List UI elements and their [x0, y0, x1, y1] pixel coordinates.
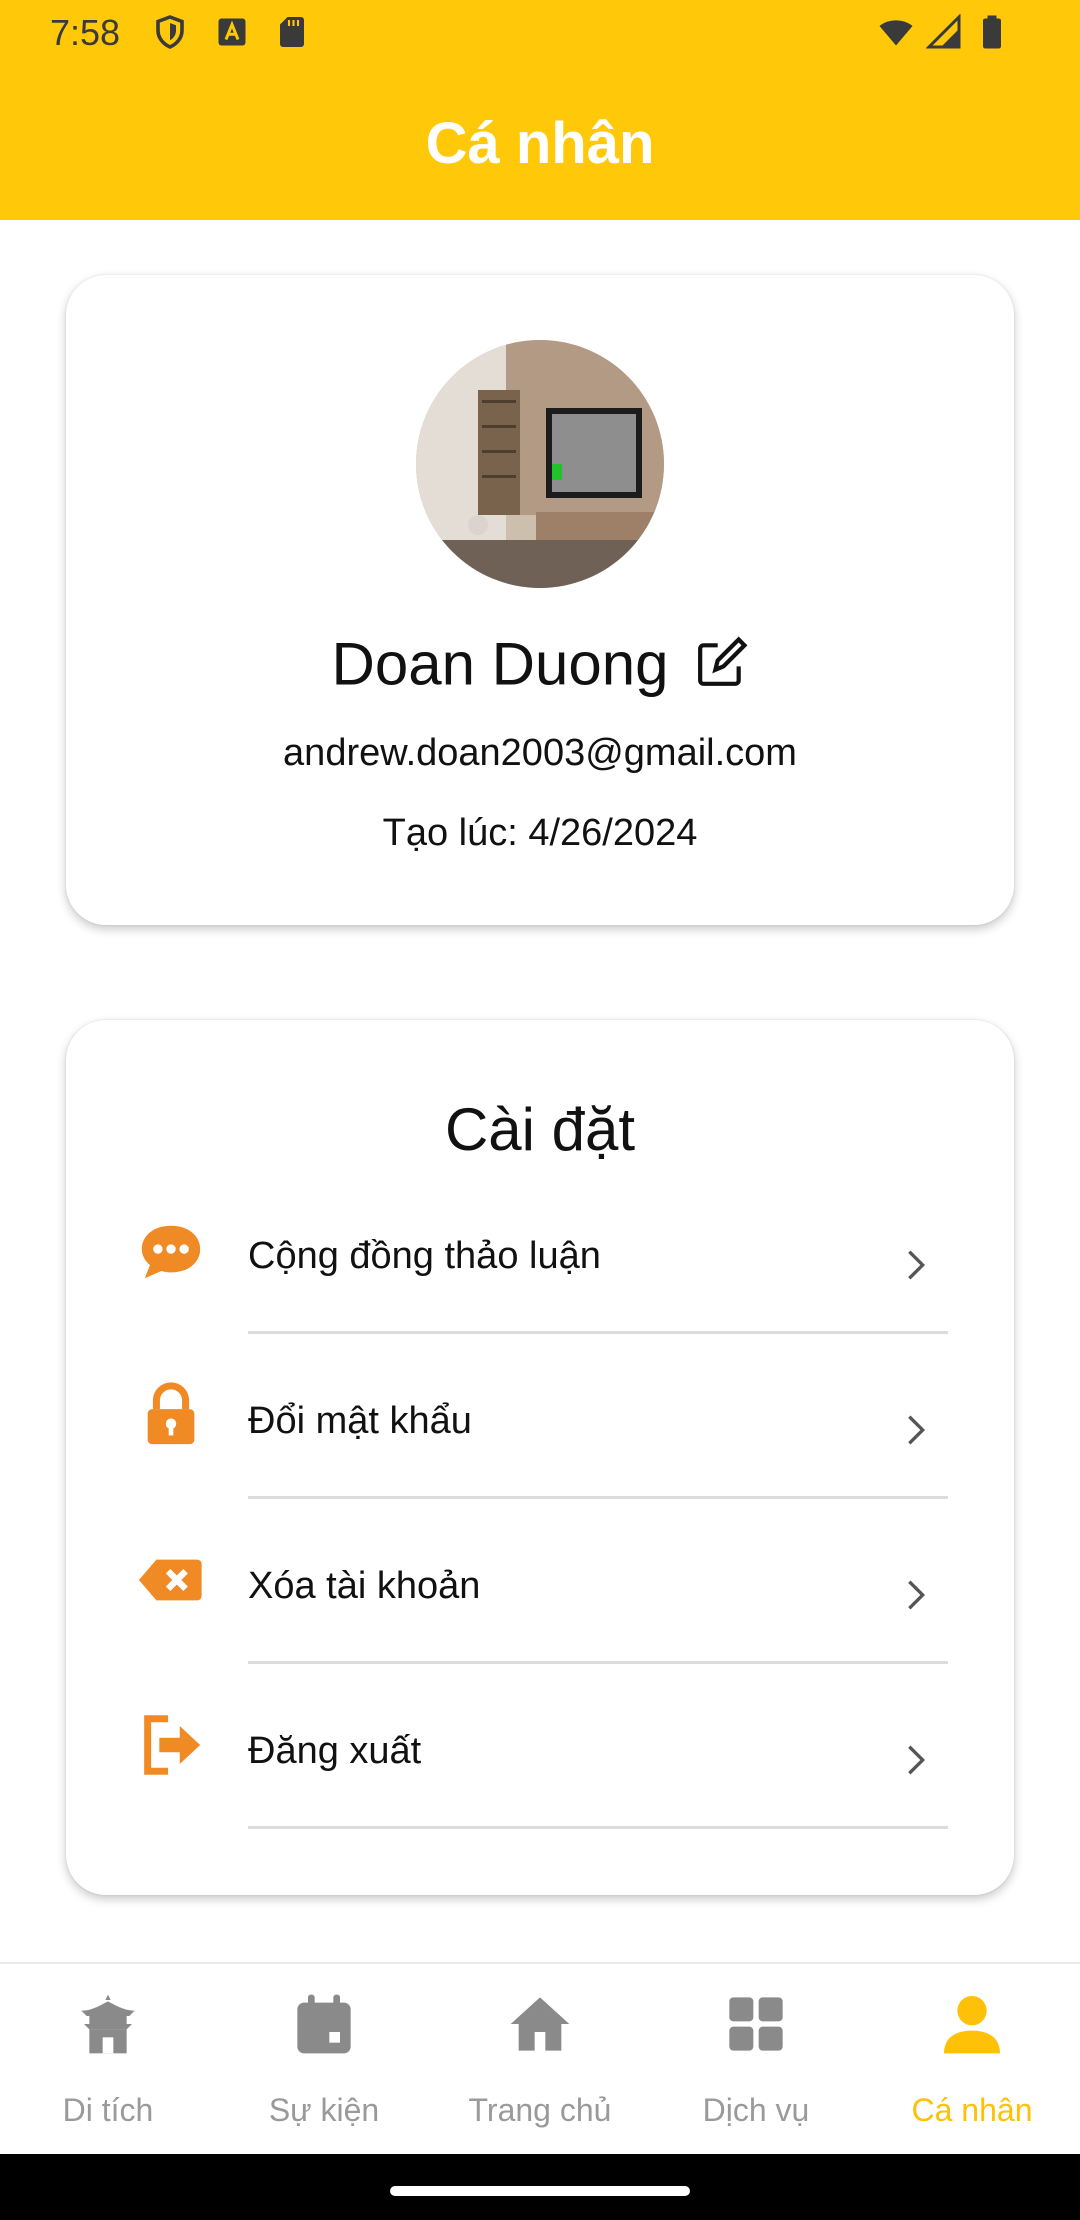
nav-label: Cá nhân	[911, 2092, 1033, 2128]
page-title: Cá nhân	[425, 111, 655, 176]
wifi-icon	[879, 20, 913, 46]
setting-label: Đăng xuất	[248, 1730, 422, 1772]
setting-label: Cộng đồng thảo luận	[248, 1235, 601, 1277]
app-header: 7:58 Cá nhân	[0, 0, 1080, 220]
grid-icon	[729, 1997, 783, 2051]
divider	[248, 1661, 948, 1664]
setting-label: Xóa tài khoản	[248, 1565, 481, 1607]
nav-item-ca-nhan[interactable]: Cá nhân	[864, 1964, 1080, 2156]
font-a-icon	[218, 18, 246, 46]
status-bar: 7:58	[0, 0, 1080, 66]
profile-name: Doan Duong	[331, 630, 669, 698]
settings-title: Cài đặt	[444, 1096, 636, 1163]
status-time: 7:58	[50, 12, 121, 53]
signal-icon	[926, 14, 961, 49]
system-gesture-bar	[0, 2154, 1080, 2220]
profile-name-row: Doan Duong	[66, 625, 1014, 699]
nav-item-su-kien[interactable]: Sự kiện	[216, 1964, 432, 2156]
profile-screen: 7:58 Cá nhân Doan Duong andrew.doan2003@…	[0, 0, 1080, 2220]
bottom-navigation: Di tích Sự kiện Trang chủ Dịch vụ Cá nhâ…	[0, 1962, 1080, 2154]
shield-icon	[156, 15, 184, 49]
nav-item-dich-vu[interactable]: Dịch vụ	[648, 1964, 864, 2156]
setting-item-community[interactable]: Cộng đồng thảo luận	[66, 1195, 1014, 1360]
setting-label: Đổi mật khẩu	[248, 1400, 472, 1442]
nav-label: Trang chủ	[468, 2092, 612, 2128]
avatar-image	[416, 340, 664, 588]
setting-item-logout[interactable]: Đăng xuất	[66, 1690, 1014, 1855]
lock-icon	[147, 1382, 195, 1445]
profile-created-date: Tạo lúc: 4/26/2024	[382, 812, 698, 854]
backspace-delete-icon	[138, 1559, 202, 1601]
chevron-right-icon	[908, 1415, 926, 1445]
nav-label: Di tích	[62, 2092, 154, 2128]
profile-card: Doan Duong andrew.doan2003@gmail.com Tạo…	[66, 275, 1014, 925]
battery-icon	[983, 15, 1001, 49]
nav-item-di-tich[interactable]: Di tích	[0, 1964, 216, 2156]
avatar[interactable]	[416, 340, 664, 588]
home-gesture-handle[interactable]	[390, 2186, 690, 2196]
nav-item-trang-chu[interactable]: Trang chủ	[432, 1964, 648, 2156]
chat-bubble-icon	[141, 1225, 201, 1279]
temple-icon	[81, 1994, 135, 2054]
edit-icon[interactable]	[692, 636, 748, 692]
settings-card: Cài đặt Cộng đồng thảo luận Đổi mật khẩu	[66, 1020, 1014, 1895]
calendar-icon	[297, 1994, 351, 2054]
divider	[248, 1331, 948, 1334]
setting-item-change-password[interactable]: Đổi mật khẩu	[66, 1360, 1014, 1525]
chevron-right-icon	[908, 1250, 926, 1280]
logout-icon	[144, 1715, 201, 1775]
profile-email: andrew.doan2003@gmail.com	[283, 732, 797, 774]
chevron-right-icon	[908, 1580, 926, 1610]
divider	[248, 1826, 948, 1829]
setting-item-delete-account[interactable]: Xóa tài khoản	[66, 1525, 1014, 1690]
nav-label: Sự kiện	[268, 2092, 380, 2128]
nav-label: Dịch vụ	[702, 2092, 810, 2128]
sd-card-icon	[280, 17, 304, 47]
chevron-right-icon	[908, 1745, 926, 1775]
divider	[248, 1496, 948, 1499]
home-icon	[510, 1997, 570, 2051]
person-icon	[944, 1996, 1000, 2054]
